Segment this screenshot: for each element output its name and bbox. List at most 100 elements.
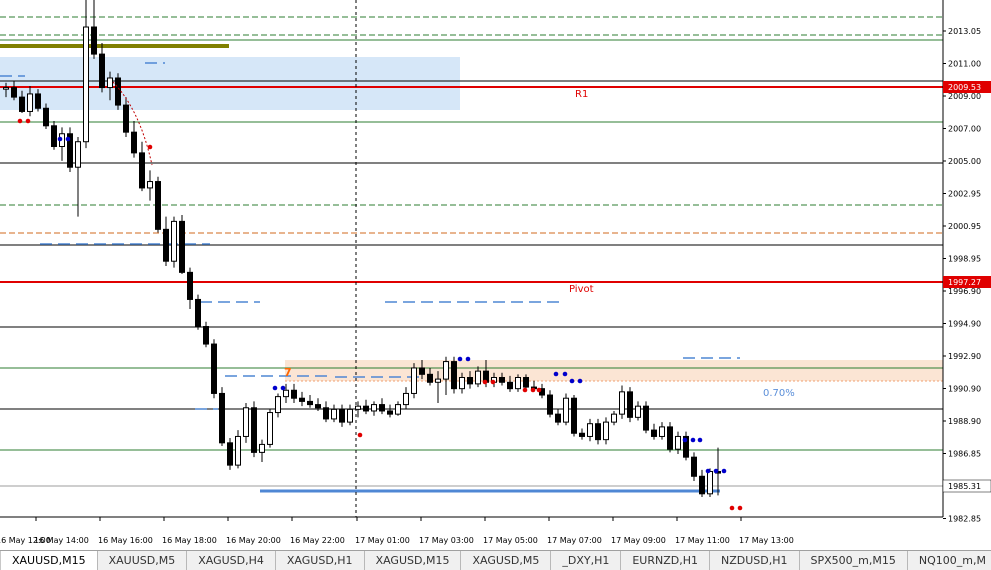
candle-body	[91, 26, 97, 55]
candle-body	[691, 456, 697, 477]
time-tick-label: 17 May 13:00	[739, 536, 794, 545]
demand-zone	[285, 360, 943, 381]
candle-body	[147, 181, 153, 189]
candle-body	[275, 396, 281, 414]
blue-marker-dot	[697, 437, 703, 443]
red-marker-dot	[490, 379, 496, 385]
price-tag-text: 1997.27	[948, 278, 981, 287]
candle-body	[643, 405, 649, 431]
blue-marker-dot	[690, 437, 696, 443]
candle-body	[195, 298, 201, 328]
price-chart[interactable]: R1 Pivot 7 0.70% 2013.05 2011.00 2009.00 2007.0…	[0, 0, 991, 548]
candle-body	[451, 361, 457, 390]
time-tick-label: 16 May 22:00	[290, 536, 345, 545]
tab-spx500-m15[interactable]: SPX500_m,M15	[800, 551, 908, 570]
blue-marker-dot	[705, 468, 711, 474]
time-tick-label: 17 May 05:00	[483, 536, 538, 545]
tab-eurnzd-h1[interactable]: EURNZD,H1	[621, 551, 710, 570]
candle-body	[523, 377, 529, 388]
candle-body	[667, 426, 673, 450]
candle-body	[163, 228, 169, 262]
candle-body	[291, 389, 297, 399]
candle-body	[627, 391, 633, 418]
candle-body	[107, 77, 113, 89]
candle-body	[307, 400, 313, 406]
candle-body	[259, 443, 265, 453]
red-marker-dot	[522, 387, 528, 393]
candle-body	[403, 392, 409, 406]
price-tick-label: 2009.00	[948, 92, 981, 101]
candle-body	[571, 397, 577, 434]
supply-zone	[0, 57, 460, 110]
candle-body	[379, 404, 385, 412]
candle-body	[347, 408, 353, 423]
price-tick-label: 1988.90	[948, 417, 981, 426]
price-tick-label: 1994.90	[948, 320, 981, 329]
price-tick-label: 1986.85	[948, 450, 981, 459]
time-tick-label: 16 May 20:00	[226, 536, 281, 545]
price-tick-label: 2013.05	[948, 27, 981, 36]
candle-body	[387, 410, 393, 415]
price-tick-label: 2011.00	[948, 60, 981, 69]
tab-xagusd-h1[interactable]: XAGUSD,H1	[276, 551, 365, 570]
blue-marker-dot	[57, 136, 63, 142]
candle-body	[235, 435, 241, 466]
blue-marker-dot	[682, 437, 688, 443]
red-marker-dot	[482, 379, 488, 385]
candle-body	[283, 389, 289, 398]
blue-marker-dot	[721, 468, 727, 474]
tab-xauusd-m15[interactable]: XAUUSD,M15	[1, 551, 98, 570]
candle-body	[299, 397, 305, 402]
candle-body	[443, 361, 449, 380]
blue-marker-dot	[713, 468, 719, 474]
time-tick-label: 16 May 14:00	[34, 536, 89, 545]
candle-body	[179, 220, 185, 273]
candle-body	[651, 429, 657, 437]
blue-marker-dot	[569, 378, 575, 384]
red-marker-dot	[357, 432, 363, 438]
time-tick-label: 17 May 11:00	[675, 536, 730, 545]
candle-body	[83, 26, 89, 143]
candle-body	[659, 426, 665, 437]
time-tick-label: 16 May 16:00	[98, 536, 153, 545]
percent-annotation: 0.70%	[763, 388, 795, 399]
candle-body	[171, 220, 177, 262]
candle-body	[19, 96, 25, 112]
candle-body	[563, 397, 569, 423]
candle-body	[355, 405, 361, 410]
candle-body	[467, 377, 473, 385]
red-marker-dot	[737, 505, 743, 511]
tab-xagusd-h4[interactable]: XAGUSD,H4	[187, 551, 276, 570]
blue-marker-dot	[577, 378, 583, 384]
time-tick-label: 17 May 03:00	[419, 536, 474, 545]
candle-body	[219, 392, 225, 444]
candle-body	[27, 93, 33, 112]
pivot-label: Pivot	[569, 284, 594, 295]
tab-nq100-m[interactable]: NQ100_m,M	[908, 551, 991, 570]
candle-body	[515, 377, 521, 390]
candle-body	[331, 408, 337, 420]
red-marker-dot	[536, 387, 542, 393]
price-tick-label: 1990.90	[948, 385, 981, 394]
candle-body	[3, 87, 9, 90]
time-tick-label: 17 May 07:00	[547, 536, 602, 545]
tab-xagusd-m5[interactable]: XAGUSD,M5	[461, 551, 552, 570]
time-tick-label: 16 May 18:00	[162, 536, 217, 545]
candle-body	[699, 475, 705, 495]
candle-body	[187, 271, 193, 300]
chart-canvas[interactable]: R1 Pivot 7 0.70% 2013.05 2011.00 2009.00 2007.0…	[0, 0, 991, 548]
tab-xagusd-m15[interactable]: XAGUSD,M15	[365, 551, 462, 570]
tab-xauusd-m5[interactable]: XAUUSD,M5	[98, 551, 188, 570]
candle-body	[339, 408, 345, 423]
blue-marker-dot	[280, 385, 286, 391]
price-tick-label: 1996.90	[948, 287, 981, 296]
candle-body	[475, 370, 481, 385]
r1-label: R1	[575, 89, 588, 100]
candle-body	[555, 413, 561, 423]
candle-body	[323, 407, 329, 420]
price-tick-label: 2005.00	[948, 157, 981, 166]
tab-dxy-h1[interactable]: _DXY,H1	[551, 551, 622, 570]
candle-body	[35, 93, 41, 109]
tab-nzdusd-h1[interactable]: NZDUSD,H1	[710, 551, 800, 570]
candle-body	[507, 381, 513, 390]
